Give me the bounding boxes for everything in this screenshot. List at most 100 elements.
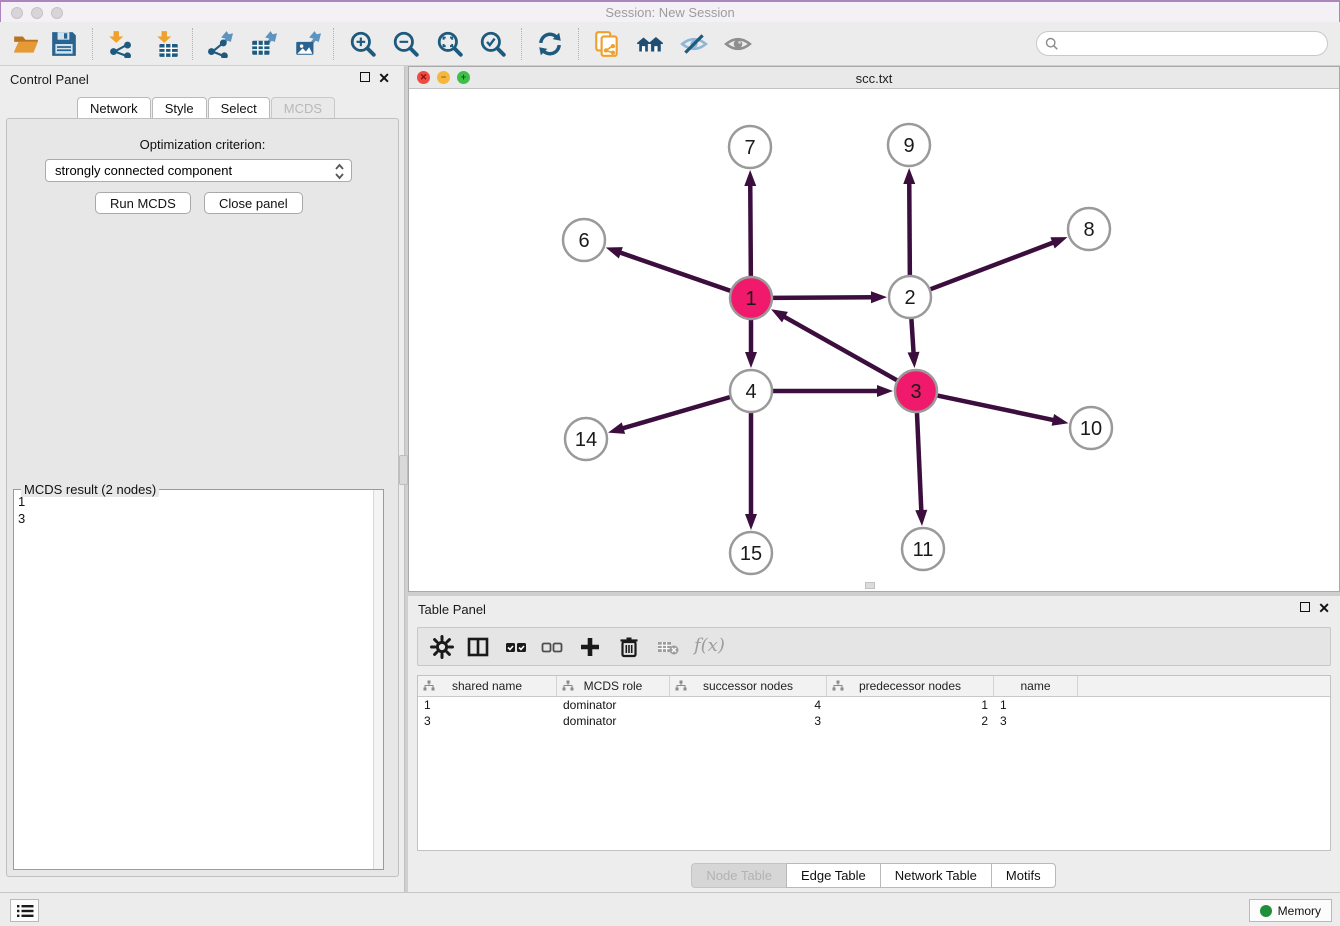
column-header-shared-name[interactable]: shared name <box>418 676 557 696</box>
save-session-button[interactable] <box>48 27 80 61</box>
search-box[interactable] <box>1036 31 1328 56</box>
table-row[interactable]: 1dominator411 <box>418 697 1330 713</box>
hide-selected-button[interactable] <box>678 27 710 61</box>
graph-edge-1-2[interactable] <box>773 297 874 298</box>
import-table-button[interactable] <box>152 27 184 61</box>
column-header-name[interactable]: name <box>994 676 1078 696</box>
table-settings-button[interactable] <box>428 634 456 660</box>
table-cell-mcds-role[interactable]: dominator <box>557 713 670 729</box>
graph-arrowhead <box>903 168 915 184</box>
graph-edge-3-10[interactable] <box>938 396 1056 421</box>
float-panel-icon[interactable] <box>360 72 370 84</box>
import-network-button[interactable] <box>104 27 136 61</box>
tab-mcds[interactable]: MCDS <box>271 97 335 119</box>
deselect-all-columns-button[interactable] <box>538 634 566 660</box>
result-scrollbar[interactable] <box>373 490 383 869</box>
apply-layout-button[interactable] <box>534 27 566 61</box>
tree-icon <box>562 680 574 692</box>
delete-table-button[interactable] <box>654 634 682 660</box>
memory-button[interactable]: Memory <box>1249 899 1332 922</box>
export-table-button[interactable] <box>247 27 279 61</box>
graph-edge-2-3[interactable] <box>911 319 913 355</box>
tab-network[interactable]: Network <box>77 97 151 119</box>
graph-edge-3-11[interactable] <box>917 413 921 513</box>
trash-icon <box>617 635 641 659</box>
table-cell-name[interactable]: 1 <box>994 697 1078 713</box>
zoom-out-button[interactable] <box>390 27 422 61</box>
run-mcds-button[interactable]: Run MCDS <box>95 192 191 214</box>
close-panel-button[interactable]: Close panel <box>204 192 303 214</box>
network-canvas[interactable]: 1234678910111415 <box>409 89 1339 591</box>
zoom-fit-button[interactable] <box>434 27 466 61</box>
checked-boxes-icon <box>504 635 528 659</box>
eye-icon <box>724 30 752 58</box>
table-cell-shared-name[interactable]: 1 <box>418 697 557 713</box>
graph-edge-3-1[interactable] <box>782 316 896 381</box>
node-table-header: shared name MCDS role successor nodes pr… <box>418 676 1330 697</box>
criterion-dropdown[interactable]: strongly connected component <box>45 159 352 182</box>
graph-edge-2-8[interactable] <box>931 242 1056 289</box>
close-table-panel-icon[interactable]: ✕ <box>1318 602 1330 614</box>
clone-network-button[interactable] <box>591 27 623 61</box>
unchecked-boxes-icon <box>540 635 564 659</box>
graph-arrowhead <box>1050 237 1067 248</box>
import-table-icon <box>154 30 182 58</box>
tab-select[interactable]: Select <box>208 97 270 119</box>
graph-edge-4-14[interactable] <box>621 397 730 429</box>
canvas-scroll-handle[interactable] <box>865 582 875 589</box>
table-cell-mcds-role[interactable]: dominator <box>557 697 670 713</box>
table-row[interactable]: 3dominator323 <box>418 713 1330 729</box>
search-input[interactable] <box>1064 36 1327 51</box>
table-cell-shared-name[interactable]: 3 <box>418 713 557 729</box>
column-header-predecessor-nodes[interactable]: predecessor nodes <box>827 676 994 696</box>
status-bar: Memory <box>0 892 1340 926</box>
tree-icon <box>423 680 435 692</box>
column-header-mcds-role[interactable]: MCDS role <box>557 676 670 696</box>
zoom-fit-icon <box>436 30 464 58</box>
export-image-button[interactable] <box>291 27 323 61</box>
graph-edge-1-7[interactable] <box>750 183 751 276</box>
main-toolbar <box>0 22 1340 66</box>
graph-arrowhead <box>915 510 927 526</box>
network-title: scc.txt <box>409 71 1339 86</box>
select-all-columns-button[interactable] <box>502 634 530 660</box>
open-session-button[interactable] <box>10 27 42 61</box>
close-panel-icon[interactable]: ✕ <box>378 72 390 84</box>
zoom-selected-button[interactable] <box>477 27 509 61</box>
show-columns-button[interactable] <box>464 634 492 660</box>
table-cell-predecessor-nodes[interactable]: 2 <box>827 713 994 729</box>
add-column-button[interactable] <box>576 634 604 660</box>
task-history-button[interactable] <box>10 899 39 922</box>
network-window-titlebar[interactable]: ✕ − + scc.txt <box>409 67 1339 89</box>
graph-arrowhead <box>1052 414 1069 426</box>
table-cell-successor-nodes[interactable]: 4 <box>670 697 827 713</box>
plus-icon <box>578 635 602 659</box>
graph-edge-2-9[interactable] <box>909 181 910 275</box>
float-table-panel-icon[interactable] <box>1300 602 1310 614</box>
table-cell-successor-nodes[interactable]: 3 <box>670 713 827 729</box>
zoom-in-button[interactable] <box>347 27 379 61</box>
tree-icon <box>832 680 844 692</box>
table-cell-name[interactable]: 3 <box>994 713 1078 729</box>
memory-label: Memory <box>1278 904 1321 918</box>
dropdown-stepper-icon <box>334 162 345 184</box>
tab-motifs[interactable]: Motifs <box>991 863 1056 888</box>
tab-style[interactable]: Style <box>152 97 207 119</box>
zoom-selected-icon <box>479 30 507 58</box>
graph-edge-1-6[interactable] <box>618 252 730 291</box>
show-all-button[interactable] <box>722 27 754 61</box>
eye-slash-icon <box>680 30 708 58</box>
first-neighbors-button[interactable] <box>634 27 666 61</box>
mcds-tab-content: Optimization criterion: strongly connect… <box>6 118 399 877</box>
table-cell-predecessor-nodes[interactable]: 1 <box>827 697 994 713</box>
tab-node-table[interactable]: Node Table <box>691 863 787 888</box>
export-network-button[interactable] <box>203 27 235 61</box>
tab-edge-table[interactable]: Edge Table <box>786 863 881 888</box>
network-window: ✕ − + scc.txt 1234678910111415 <box>408 66 1340 592</box>
splitter-handle[interactable] <box>399 455 408 485</box>
column-header-successor-nodes[interactable]: successor nodes <box>670 676 827 696</box>
tab-network-table[interactable]: Network Table <box>880 863 992 888</box>
graph-arrowhead <box>908 352 920 368</box>
function-builder-button[interactable]: f(x) <box>694 635 725 656</box>
delete-column-button[interactable] <box>615 634 643 660</box>
